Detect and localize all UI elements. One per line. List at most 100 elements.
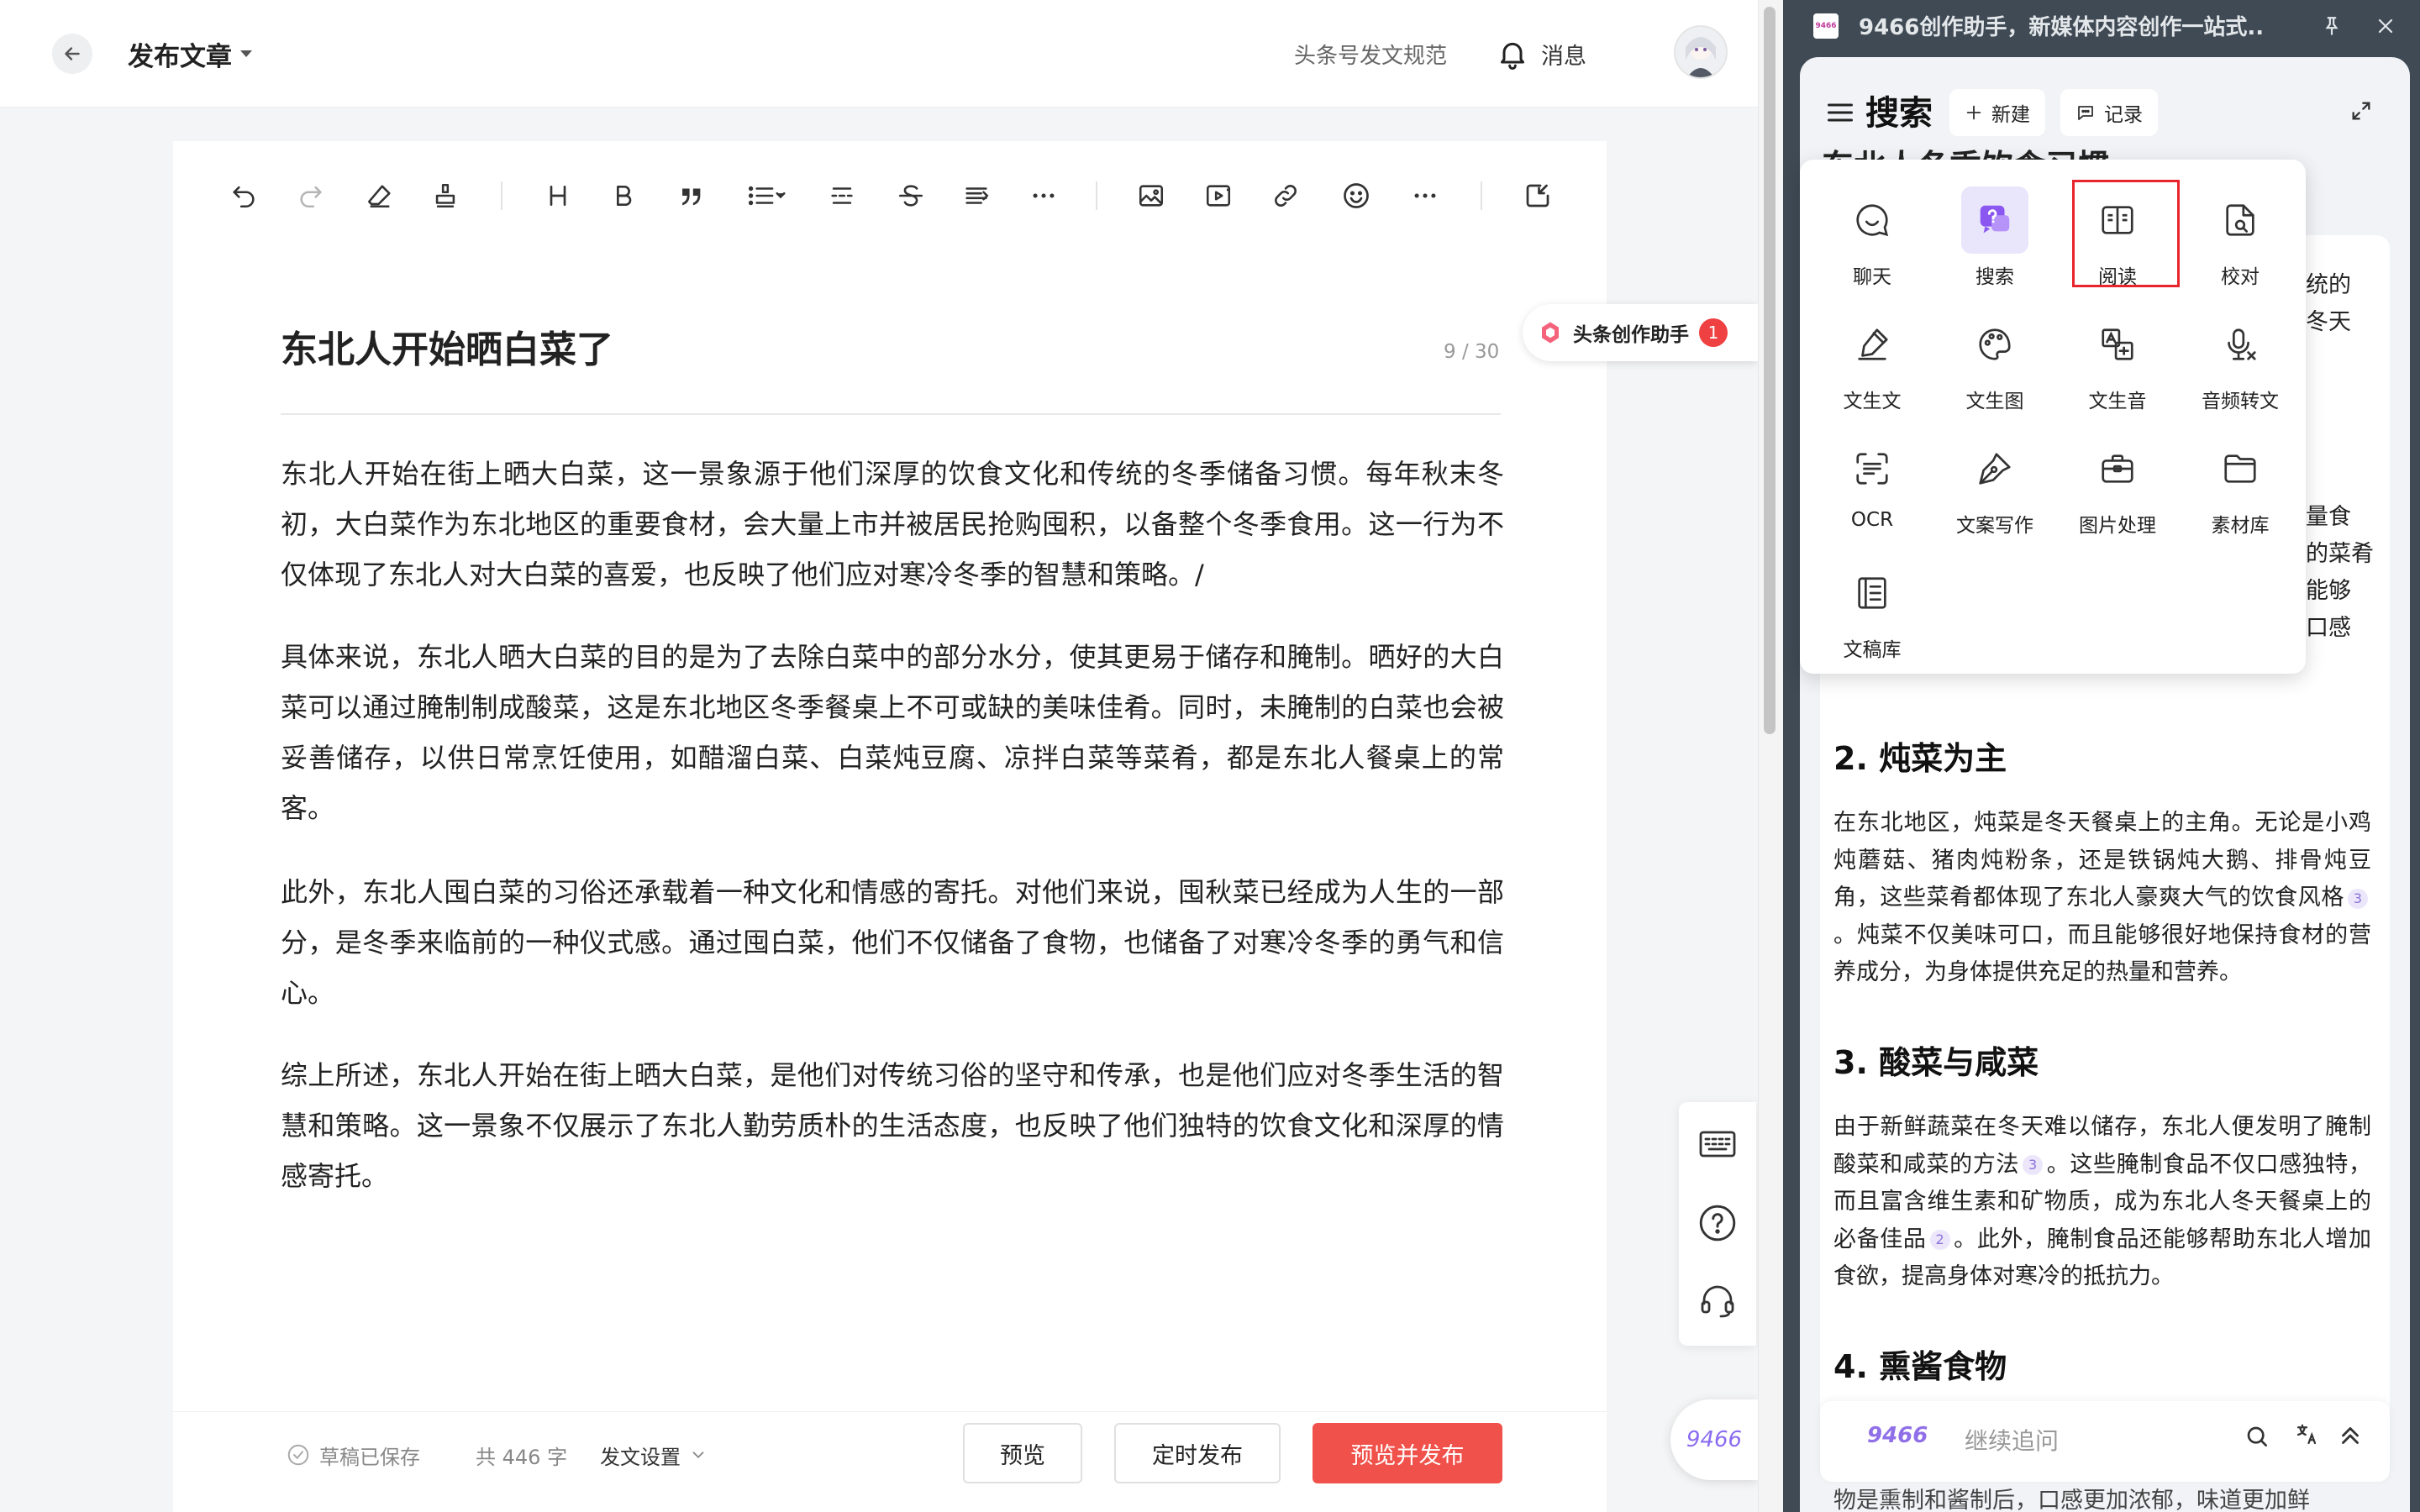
image-icon[interactable] [1128,166,1175,225]
creation-assistant-button[interactable]: 头条创作助手 1 [1523,304,1758,361]
tool-search[interactable]: 搜索 [1943,180,2047,289]
pen-icon [1839,311,1906,378]
tool-ocr[interactable]: OCR [1820,428,1924,538]
tool-label: OCR [1850,509,1894,531]
main-scrollbar-thumb[interactable] [1764,7,1776,734]
scan-icon [1839,435,1906,502]
tool-asset-library[interactable]: 素材库 [2188,428,2292,538]
proofread-icon [2207,186,2274,254]
check-circle-icon [287,1444,309,1466]
tool-label: 搜索 [1975,266,2014,288]
format-painter-icon[interactable] [422,166,469,225]
citation-badge[interactable]: 3 [2348,888,2368,909]
assistant-fab-9466[interactable]: 9466 [1670,1399,1758,1480]
expand-icon[interactable] [2349,99,2373,123]
article-paragraph[interactable]: 东北人开始在街上晒大白菜，这一景象源于他们深厚的饮食文化和传统的冬季储备习惯。每… [281,449,1504,600]
top-bar [0,0,1758,108]
bold-icon[interactable] [600,166,647,225]
tool-chat[interactable]: 聊天 [1820,180,1924,289]
citation-badge[interactable]: 3 [2023,1155,2044,1175]
page-title: 发布文章 [128,41,232,72]
close-icon[interactable] [2371,12,2400,40]
more-icon[interactable] [1402,166,1449,225]
list-icon[interactable] [736,166,797,225]
pin-icon[interactable] [2317,12,2346,40]
tool-label: 聊天 [1853,266,1891,288]
preview-and-publish-button[interactable]: 预览并发布 [1313,1423,1502,1483]
more-icon[interactable] [1020,166,1067,225]
eraser-icon[interactable] [356,166,403,225]
article-paragraph[interactable]: 综上所述，东北人开始在街上晒大白菜，是他们对传统习俗的坚守和传承，也是他们应对冬… [281,1050,1504,1201]
answer-fragment: 物是熏制和酱制后，口感更加浓郁，味道更加鲜 [1833,1488,2310,1512]
highlight-box [2072,180,2180,287]
new-button[interactable]: 新建 [1949,89,2045,136]
tool-copywriting[interactable]: 文案写作 [1943,428,2047,538]
translate-icon[interactable] [2294,1421,2319,1448]
notification-badge: 1 [1699,318,1728,347]
follow-up-input[interactable]: 继续追问 [1965,1423,2059,1457]
title-char-count: 9 / 30 [1444,341,1500,363]
divider-icon[interactable] [818,166,865,225]
toolbar-divider [501,181,502,210]
help-icon[interactable] [1694,1200,1741,1247]
strikethrough-icon[interactable] [887,166,934,225]
chevron-up-double-icon[interactable] [2336,1421,2365,1450]
citation-badge[interactable]: 2 [1929,1230,1950,1250]
schedule-publish-button[interactable]: 定时发布 [1114,1423,1281,1483]
title-underline [281,413,1501,415]
tool-image-processing[interactable]: 图片处理 [2065,428,2170,538]
panel-title: 搜索 [1865,94,1933,133]
editor-toolbar [220,166,1565,225]
assistant-titlebar: 9466 9466创作助手，新媒体内容创作一站式... [1783,0,2420,52]
article-paragraph[interactable]: 具体来说，东北人晒大白菜的目的是为了去除白菜中的部分水分，使其更易于储存和腌制。… [281,632,1504,833]
toolbox-icon [2084,435,2151,502]
heading-icon[interactable] [534,166,581,225]
assistant-logo-icon [1542,322,1559,344]
video-icon[interactable] [1195,166,1242,225]
search-chat-icon [1961,186,2028,254]
palette-icon [1961,311,2028,378]
search-icon[interactable] [2244,1423,2270,1450]
caret-down-icon [240,50,252,57]
tool-text-to-audio[interactable]: 文生音 [2065,304,2170,413]
word-count: 共 446 字 [476,1445,568,1469]
avatar[interactable] [1674,25,1728,79]
page-title-dropdown[interactable]: 发布文章 [128,34,252,74]
tool-text-to-image[interactable]: 文生图 [1943,304,2047,413]
undo-icon[interactable] [220,166,267,225]
toolbar-divider [1481,181,1482,210]
redo-icon[interactable] [287,166,334,225]
messages-button[interactable]: 消息 [1496,34,1586,74]
emoji-icon[interactable] [1333,166,1380,225]
tool-label: 文生图 [1965,391,2024,412]
link-icon[interactable] [1262,166,1309,225]
indent-icon[interactable] [953,166,1000,225]
tool-audio-to-text[interactable]: 音频转文 [2188,304,2292,413]
article-paragraph[interactable]: 此外，东北人囤白菜的习俗还承载着一种文化和情感的寄托。对他们来说，囤秋菜已经成为… [281,867,1504,1018]
section-heading: 2. 炖菜为主 [1833,740,2007,777]
import-icon[interactable] [1514,166,1561,225]
arrow-left-icon [65,47,80,60]
quote-icon[interactable] [667,166,714,225]
tool-label: 音频转文 [2202,391,2279,412]
section-heading: 4. 熏酱食物 [1833,1348,2007,1385]
document-icon [1839,559,1906,627]
tool-manuscript-library[interactable]: 文稿库 [1820,553,1924,662]
headset-icon[interactable] [1694,1277,1741,1324]
input-brand-logo: 9466 [1867,1423,1928,1448]
article-title[interactable]: 东北人开始晒白菜了 [281,319,613,373]
app-logo: 9466 [1813,13,1839,39]
publish-settings-label: 发文设置 [600,1445,681,1469]
answer-fragment: 统的 [2306,272,2351,298]
answer-fragment: 能够 [2306,578,2351,604]
back-button[interactable] [52,34,92,74]
menu-icon[interactable] [1825,97,1855,128]
answer-fragment: 口感 [2306,615,2351,641]
publish-settings-dropdown[interactable]: 发文设置 [600,1438,708,1472]
tool-proofread[interactable]: 校对 [2188,180,2292,289]
preview-button[interactable]: 预览 [963,1423,1082,1483]
history-button[interactable]: 记录 [2060,89,2158,136]
keyboard-icon[interactable] [1694,1121,1741,1168]
rules-link[interactable]: 头条号发文规范 [1294,39,1447,70]
tool-text-to-text[interactable]: 文生文 [1820,304,1924,413]
